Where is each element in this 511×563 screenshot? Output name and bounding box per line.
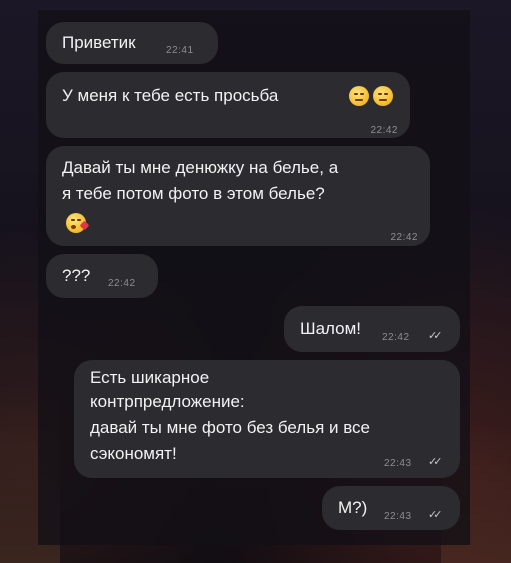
- outgoing-message[interactable]: Есть шикарное контрпредложение: давай ты…: [74, 360, 460, 478]
- incoming-message[interactable]: Давай ты мне денюжку на белье, а я тебе …: [46, 146, 430, 246]
- message-time: 22:42: [370, 125, 398, 136]
- incoming-message[interactable]: Приветик 22:41: [46, 22, 218, 64]
- message-time: 22:43: [384, 511, 412, 522]
- message-time: 22:42: [108, 278, 136, 289]
- outgoing-message[interactable]: М?) 22:43 ✓✓: [322, 486, 460, 530]
- message-time: 22:41: [166, 45, 194, 56]
- message-text-line: сэкономят!: [90, 444, 177, 463]
- message-time: 22:42: [382, 332, 410, 343]
- incoming-message[interactable]: У меня к тебе есть просьба 22:42: [46, 72, 410, 138]
- chat-panel: Приветик 22:41 У меня к тебе есть просьб…: [38, 10, 470, 545]
- message-text: Шалом!: [300, 319, 362, 338]
- smirk-emoji-icon: [373, 86, 393, 106]
- message-text-line: контрпредложение:: [90, 392, 245, 411]
- message-text-line: Давай ты мне денюжку на белье, а: [62, 158, 339, 177]
- read-checkmarks-icon: ✓✓: [428, 509, 443, 521]
- message-text: Приветик: [62, 33, 136, 52]
- message-text: ???: [62, 266, 91, 285]
- message-time: 22:43: [384, 458, 412, 469]
- message-text: М?): [338, 498, 368, 517]
- read-checkmarks-icon: ✓✓: [428, 456, 443, 468]
- message-text-line: я тебе потом фото в этом белье?: [62, 184, 325, 203]
- message-time: 22:42: [390, 232, 418, 243]
- smirk-emoji-icon: [349, 86, 369, 106]
- read-checkmarks-icon: ✓✓: [428, 330, 443, 342]
- message-text-line: давай ты мне фото без белья и все: [90, 418, 371, 437]
- kiss-emoji-icon: [66, 213, 90, 233]
- message-text: У меня к тебе есть просьба: [62, 86, 279, 105]
- incoming-message[interactable]: ??? 22:42: [46, 254, 158, 298]
- message-text-line: Есть шикарное: [90, 368, 210, 387]
- outgoing-message[interactable]: Шалом! 22:42 ✓✓: [284, 306, 460, 352]
